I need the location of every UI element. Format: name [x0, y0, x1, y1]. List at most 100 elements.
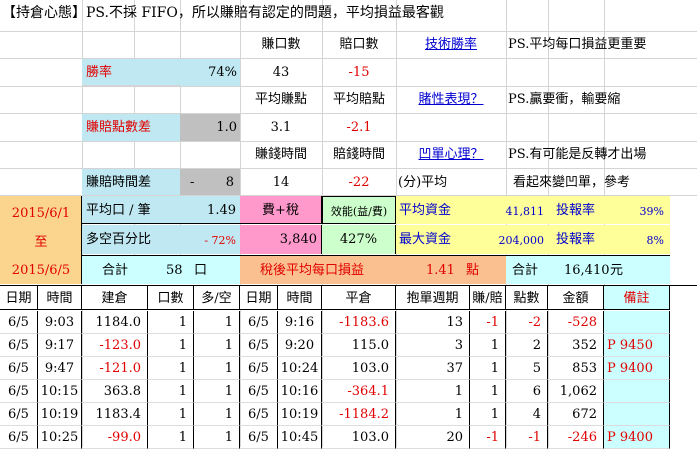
total-lots: 58 — [166, 263, 183, 278]
table-row: 6/5 10:25 -99.0 1 1 6/5 10:45 103.0 20 -1 -1 -246 P … — [0, 426, 697, 449]
win-rate-label-cell: 勝率 — [82, 59, 180, 86]
date-range-cell: 2015/6/1 至 2015/6/5 — [0, 196, 82, 284]
table-cell: 10:24 — [278, 357, 322, 380]
table-cell: -2 — [506, 311, 548, 334]
table-cell: 4 — [506, 403, 548, 426]
table-row: 6/5 10:15 363.8 1 1 6/5 10:16 -364.1 1 1 6 1,062 — [0, 380, 697, 403]
loss-time-label: 賠錢時間 — [332, 147, 385, 162]
table-cell: 6 — [506, 380, 548, 403]
table-cell: 9:03 — [38, 311, 82, 334]
column-header: 建倉 — [82, 286, 148, 310]
column-header: 多/空 — [194, 286, 240, 310]
table-cell: 13 — [396, 311, 470, 334]
table-row: 6/5 9:17 -123.0 1 1 6/5 9:20 115.0 3 1 2 352 P 9450 — [0, 334, 697, 357]
table-cell: 10:15 — [38, 380, 82, 403]
table-cell: 363.8 — [82, 380, 148, 403]
table-cell: 9:17 — [38, 334, 82, 357]
time-diff-value: 8 — [225, 175, 234, 190]
table-cell: 1 — [148, 311, 194, 334]
table-cell: 6/5 — [0, 357, 38, 380]
avg-loss-pts-label: 平均賠點 — [332, 92, 385, 107]
avg-loss-pts: -2.1 — [346, 120, 372, 135]
table-cell: -99.0 — [82, 426, 148, 449]
ps-note-4: 看起來變凹單，參考 — [513, 175, 631, 190]
column-header: 時間 — [38, 286, 82, 310]
roi-1: 39% — [639, 205, 664, 218]
table-cell: 1,062 — [548, 380, 604, 403]
win-rate-label: 勝率 — [86, 65, 113, 80]
column-header: 平倉 — [322, 286, 396, 310]
total-label-2: 合計 — [512, 263, 539, 278]
pts-diff-label-cell: 賺賠點數差 — [82, 114, 180, 141]
column-header: 日期 — [0, 286, 38, 310]
table-cell — [604, 380, 670, 403]
table-cell: -1184.2 — [322, 403, 396, 426]
table-cell: 1184.0 — [82, 311, 148, 334]
loss-time: -22 — [348, 175, 370, 190]
table-cell: 352 — [548, 334, 604, 357]
total-amount: 16,410 — [564, 263, 610, 278]
table-cell: 2 — [506, 334, 548, 357]
gridline — [0, 86, 697, 87]
ps-note-3: PS.有可能是反轉才出場 — [508, 147, 647, 162]
avg-per-lot: 1.49 — [207, 203, 236, 218]
win-count-label: 賺口數 — [261, 37, 301, 52]
win-time-label: 賺錢時間 — [254, 147, 307, 162]
avg-per-lot-label: 平均口 / 筆 — [86, 203, 151, 218]
after-tax: 1.41 — [426, 263, 455, 278]
win-time: 14 — [272, 175, 290, 190]
table-cell: 1 — [148, 426, 194, 449]
max-capital-label: 最大資金 — [399, 232, 452, 247]
table-cell: 1 — [470, 380, 506, 403]
table-cell — [604, 311, 670, 334]
table-cell: 10:19 — [278, 403, 322, 426]
ps-note-2: PS.贏要衝，輸要縮 — [508, 92, 621, 107]
gamble-nature-link[interactable]: 賭性表現？ — [396, 93, 506, 106]
table-cell — [604, 403, 670, 426]
trade-table: 日期 時間 建倉 口數 多/空 日期 時間 平倉 抱單週期 賺/賠 點數 金額 備註 6/5 9:03 118… — [0, 285, 697, 449]
table-cell: -246 — [548, 426, 604, 449]
avg-per-lot-cell: 平均口 / 筆 1.49 — [82, 196, 240, 224]
table-cell: 103.0 — [322, 426, 396, 449]
table-cell: -123.0 — [82, 334, 148, 357]
table-cell: 1 — [470, 403, 506, 426]
table-cell: -364.1 — [322, 380, 396, 403]
time-diff-label: 賺賠時間差 — [86, 175, 152, 190]
table-cell: 1 — [194, 380, 240, 403]
table-cell: 37 — [396, 357, 470, 380]
column-header: 口數 — [148, 286, 194, 310]
table-cell: 10:25 — [38, 426, 82, 449]
tech-win-rate-link[interactable]: 技術勝率 — [396, 38, 506, 51]
table-row: 6/5 9:47 -121.0 1 1 6/5 10:24 103.0 37 1 5 853 P 940… — [0, 357, 697, 380]
avg-win-pts: 3.1 — [270, 120, 292, 135]
table-cell: 1 — [470, 357, 506, 380]
table-cell: 20 — [396, 426, 470, 449]
table-cell: 1 — [194, 357, 240, 380]
date-to: 至 — [34, 235, 48, 250]
column-header: 賺/賠 — [470, 286, 506, 310]
table-cell: 1 — [148, 357, 194, 380]
table-cell: 5 — [506, 357, 548, 380]
table-cell: -528 — [548, 311, 604, 334]
win-count: 43 — [272, 65, 290, 80]
table-cell: 9:47 — [38, 357, 82, 380]
table-cell: 1 — [396, 403, 470, 426]
table-cell: 1 — [148, 334, 194, 357]
minutes-avg-label: (分)平均 — [398, 175, 448, 190]
date-start: 2015/6/1 — [11, 206, 71, 221]
column-header: 金額 — [548, 286, 604, 310]
fee-tax-label: 費+稅 — [240, 196, 322, 224]
table-cell: 1 — [148, 380, 194, 403]
money-unit: 元 — [610, 263, 624, 278]
after-tax-label: 稅後平均每口損益 — [260, 263, 365, 278]
table-cell: 9:16 — [278, 311, 322, 334]
pts-diff-label: 賺賠點數差 — [86, 120, 152, 135]
avg-mindset-link[interactable]: 凹單心理？ — [396, 148, 506, 161]
table-cell: 6/5 — [0, 334, 38, 357]
time-diff-label-cell: 賺賠時間差 — [82, 169, 180, 195]
pts-unit: 點 — [466, 263, 480, 278]
table-row: 6/5 10:19 1183.4 1 1 6/5 10:19 -1184.2 1 1 4 672 — [0, 403, 697, 426]
table-cell: 1 — [470, 334, 506, 357]
loss-count-label: 賠口數 — [339, 37, 379, 52]
table-cell: 10:19 — [38, 403, 82, 426]
